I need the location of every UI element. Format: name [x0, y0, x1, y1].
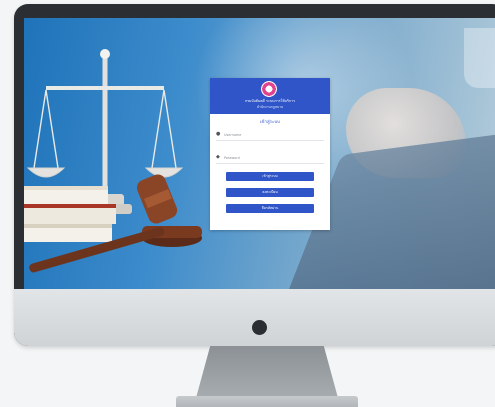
- organization-subtitle: สำนักงานกฎหมาย: [256, 105, 284, 109]
- forgot-password-button[interactable]: ลืมรหัสผ่าน: [226, 204, 314, 213]
- monitor-base: [176, 396, 358, 407]
- username-field: ●: [216, 130, 324, 141]
- monitor-stand: [196, 346, 338, 398]
- lock-icon: ◆: [216, 154, 220, 160]
- login-screen: กรมบังคับคดี ระบบการให้บริการ สำนักงานกฎ…: [24, 18, 495, 289]
- login-title: เข้าสู่ระบบ: [260, 120, 280, 125]
- monitor-chin: [14, 289, 495, 346]
- login-card: กรมบังคับคดี ระบบการให้บริการ สำนักงานกฎ…: [210, 78, 330, 230]
- password-input[interactable]: [224, 154, 320, 161]
- agency-seal-icon: [261, 81, 277, 97]
- user-icon: ●: [216, 131, 221, 137]
- register-button[interactable]: ลงทะเบียน: [226, 188, 314, 197]
- law-books: [24, 186, 116, 242]
- card-header: กรมบังคับคดี ระบบการให้บริการ สำนักงานกฎ…: [210, 78, 330, 114]
- username-input[interactable]: [224, 131, 320, 138]
- organization-name: กรมบังคับคดี ระบบการให้บริการ: [244, 99, 296, 103]
- camera-dot-icon: [252, 320, 267, 335]
- coffee-cup: [464, 28, 495, 88]
- password-field: ◆: [216, 153, 324, 164]
- monitor: กรมบังคับคดี ระบบการให้บริการ สำนักงานกฎ…: [14, 4, 495, 346]
- login-button[interactable]: เข้าสู่ระบบ: [226, 172, 314, 181]
